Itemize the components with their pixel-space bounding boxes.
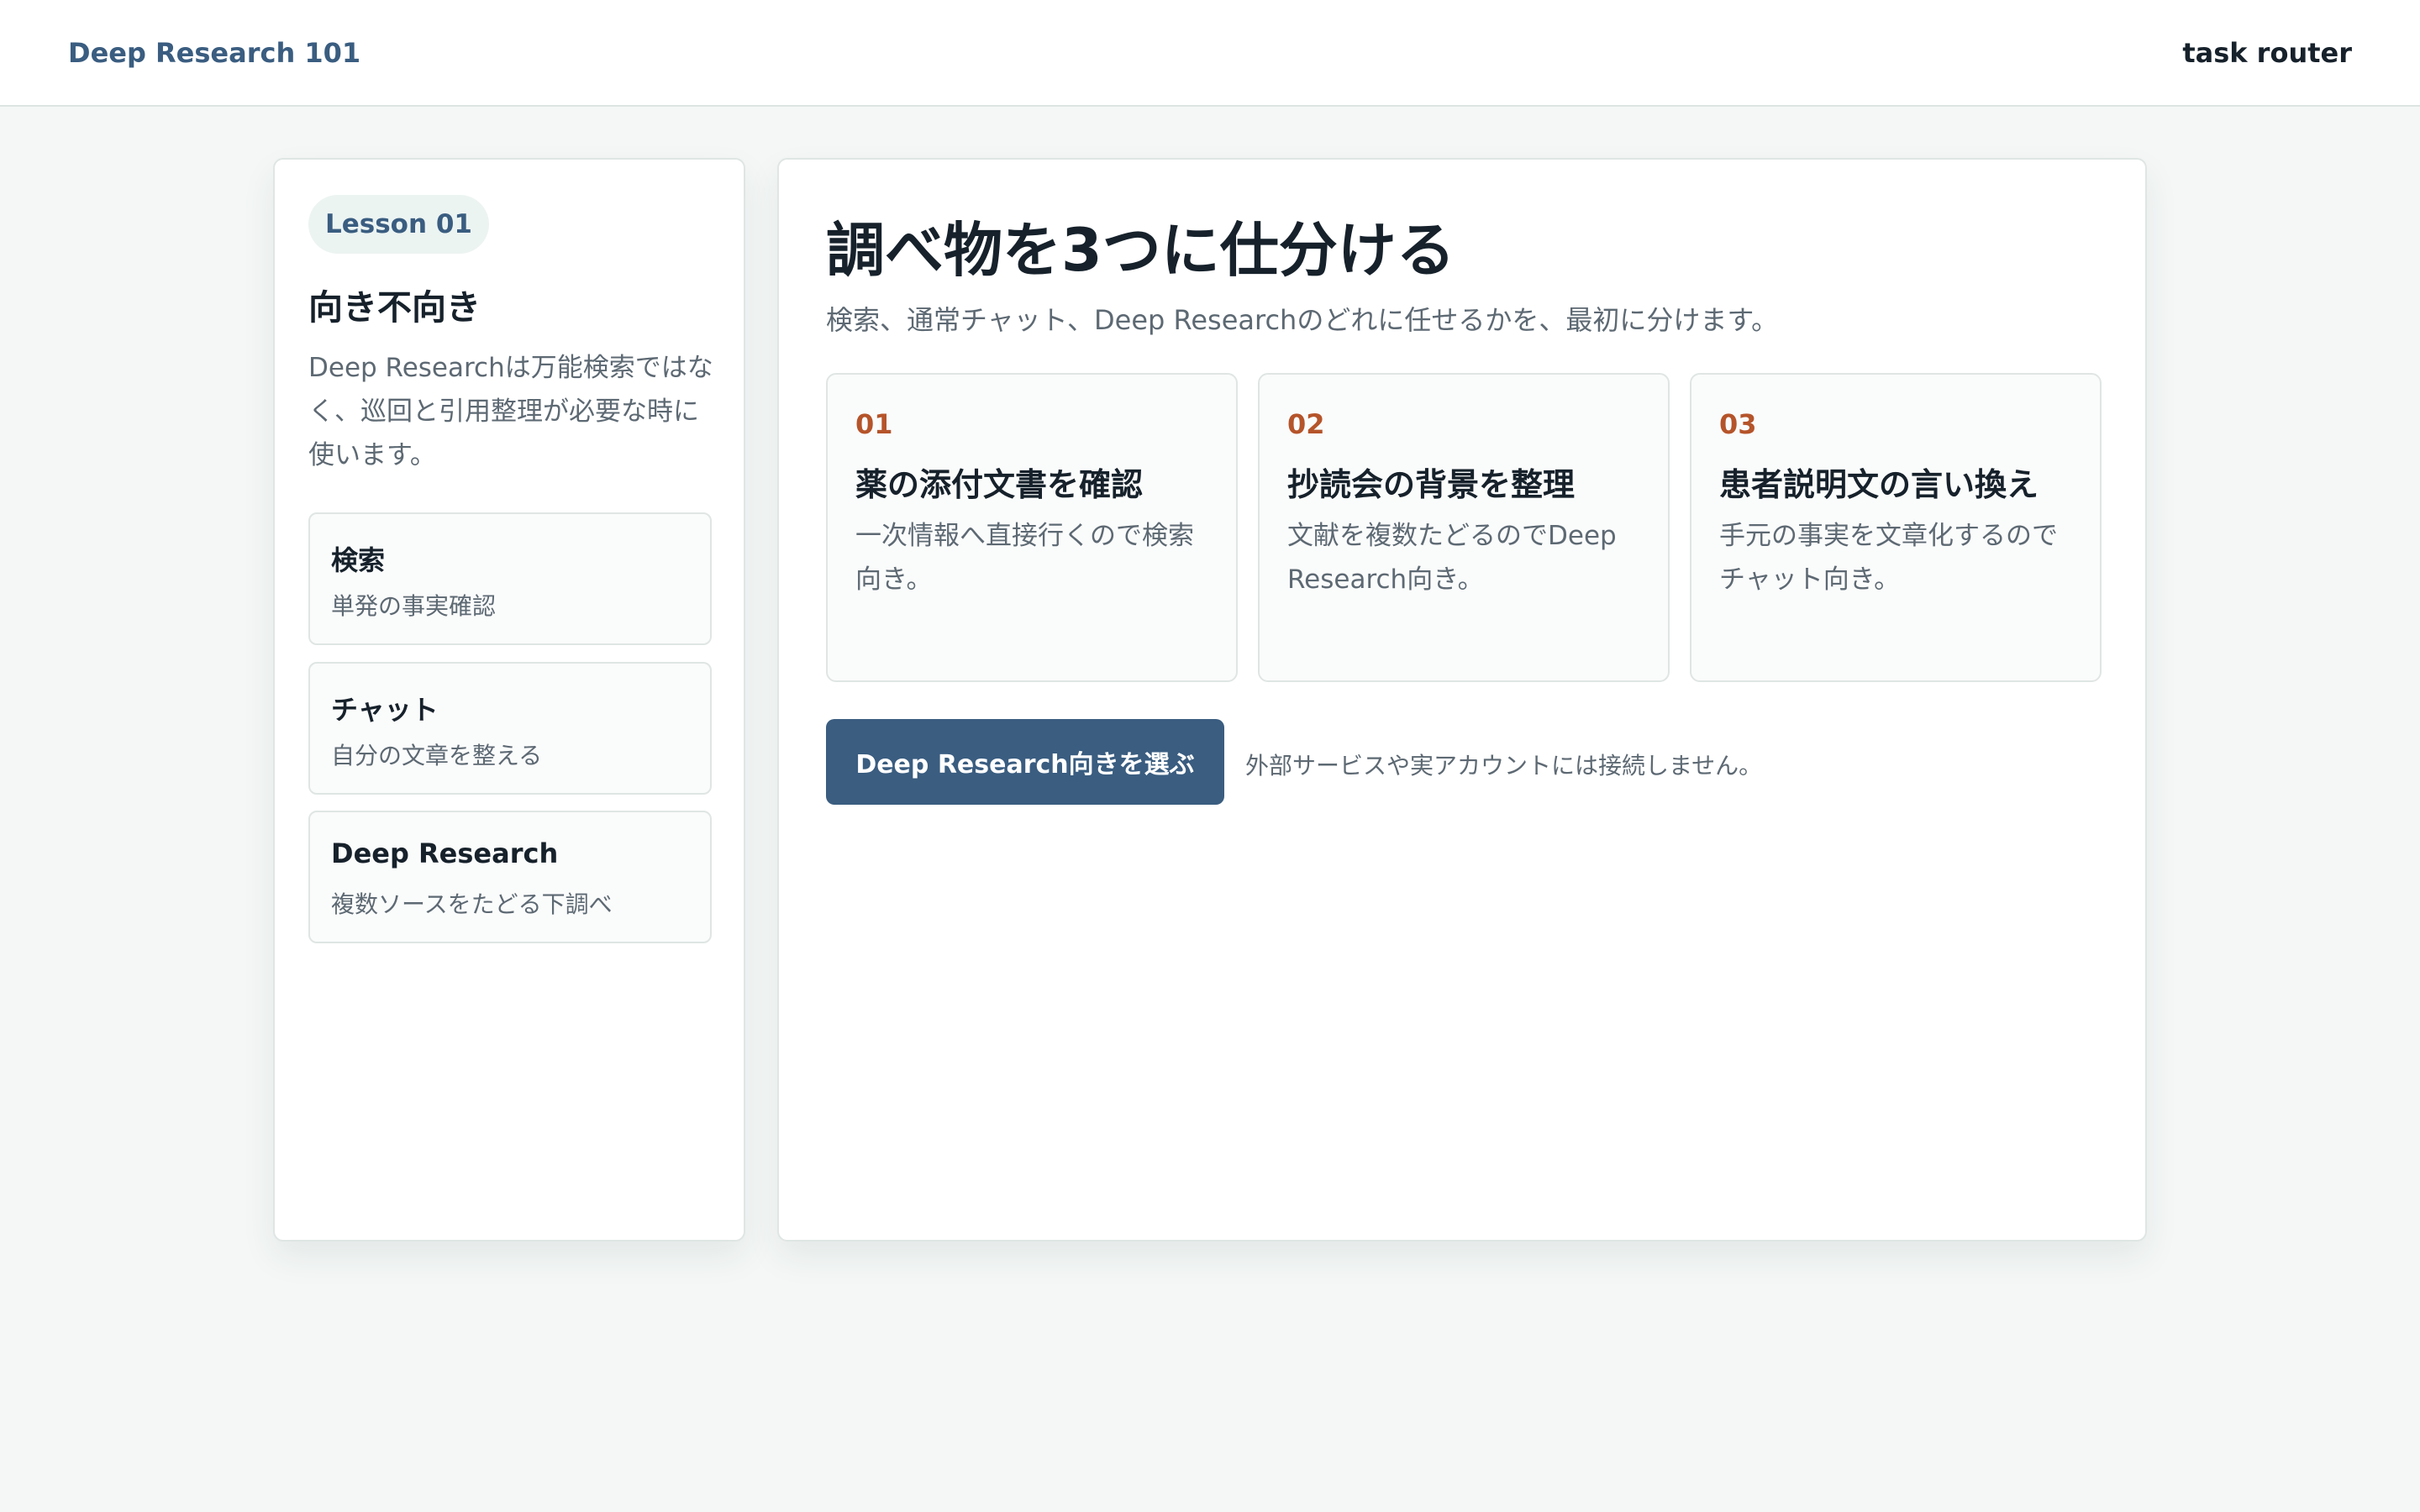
sidebar-description: Deep Researchは万能検索ではなく、巡回と引用整理が必要な時に使います… bbox=[308, 353, 713, 470]
task-router-label: task router bbox=[2182, 37, 2352, 69]
page-title: 調べ物を3つに仕分ける bbox=[826, 216, 1455, 285]
mode-card-chat[interactable]: チャット 自分の文章を整える bbox=[308, 662, 712, 795]
lesson-sidebar: Lesson 01 向き不向き Deep Researchは万能検索ではなく、巡… bbox=[273, 158, 745, 1242]
task-description: 手元の事実を文章化するのでチャット向き。 bbox=[1719, 521, 2058, 595]
page-subtitle: 検索、通常チャット、Deep Researchのどれに任せるかを、最初に分けます… bbox=[826, 304, 1779, 336]
task-number: 03 bbox=[1719, 408, 1757, 440]
main-panel: 調べ物を3つに仕分ける 検索、通常チャット、Deep Researchのどれに任… bbox=[777, 158, 2147, 1242]
select-deep-research-button[interactable]: Deep Research向きを選ぶ bbox=[826, 719, 1224, 805]
mode-title: 検索 bbox=[331, 544, 386, 576]
brand-title[interactable]: Deep Research 101 bbox=[68, 37, 360, 69]
mode-card-search[interactable]: 検索 単発の事実確認 bbox=[308, 512, 712, 645]
mode-title: Deep Research bbox=[331, 837, 559, 869]
task-description: 文献を複数たどるのでDeep Research向き。 bbox=[1287, 521, 1617, 595]
task-title: 抄読会の背景を整理 bbox=[1287, 466, 1576, 503]
task-card-02[interactable]: 02 抄読会の背景を整理 文献を複数たどるのでDeep Research向き。 bbox=[1258, 373, 1670, 682]
task-card-03[interactable]: 03 患者説明文の言い換え 手元の事実を文章化するのでチャット向き。 bbox=[1690, 373, 2102, 682]
mode-card-deep-research[interactable]: Deep Research 複数ソースをたどる下調べ bbox=[308, 811, 712, 943]
task-number: 02 bbox=[1287, 408, 1325, 440]
mode-subtitle: 単発の事実確認 bbox=[331, 592, 497, 620]
sidebar-title: 向き不向き bbox=[308, 287, 481, 328]
task-title: 薬の添付文書を確認 bbox=[855, 466, 1144, 503]
mode-title: チャット bbox=[331, 694, 439, 726]
task-description: 一次情報へ直接行くので検索向き。 bbox=[855, 521, 1194, 595]
task-card-01[interactable]: 01 薬の添付文書を確認 一次情報へ直接行くので検索向き。 bbox=[826, 373, 1238, 682]
top-bar: Deep Research 101 task router bbox=[0, 0, 2420, 107]
lesson-badge: Lesson 01 bbox=[308, 195, 489, 254]
mode-subtitle: 複数ソースをたどる下調べ bbox=[331, 890, 613, 918]
disclaimer-note: 外部サービスや実アカウントには接続しません。 bbox=[1245, 752, 1763, 780]
task-number: 01 bbox=[855, 408, 893, 440]
mode-subtitle: 自分の文章を整える bbox=[331, 742, 543, 769]
task-title: 患者説明文の言い換え bbox=[1719, 466, 2039, 503]
